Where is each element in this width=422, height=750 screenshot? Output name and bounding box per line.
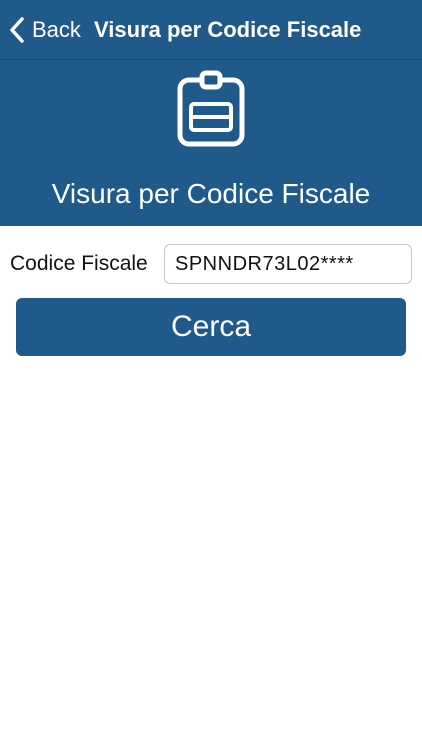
- page-title: Visura per Codice Fiscale: [51, 178, 371, 209]
- codice-fiscale-input[interactable]: [164, 244, 412, 284]
- navigation-bar: Back Visura per Codice Fiscale: [0, 0, 422, 60]
- chevron-left-icon: [10, 17, 24, 43]
- header-banner: Visura per Codice Fiscale: [0, 60, 422, 226]
- codice-fiscale-row: Codice Fiscale: [0, 244, 422, 284]
- nav-title: Visura per Codice Fiscale: [94, 17, 362, 42]
- codice-fiscale-label: Codice Fiscale: [10, 252, 148, 275]
- search-button[interactable]: Cerca: [16, 298, 406, 356]
- back-button[interactable]: Back: [8, 0, 81, 60]
- id-badge-icon: [177, 70, 245, 147]
- back-label: Back: [32, 17, 81, 42]
